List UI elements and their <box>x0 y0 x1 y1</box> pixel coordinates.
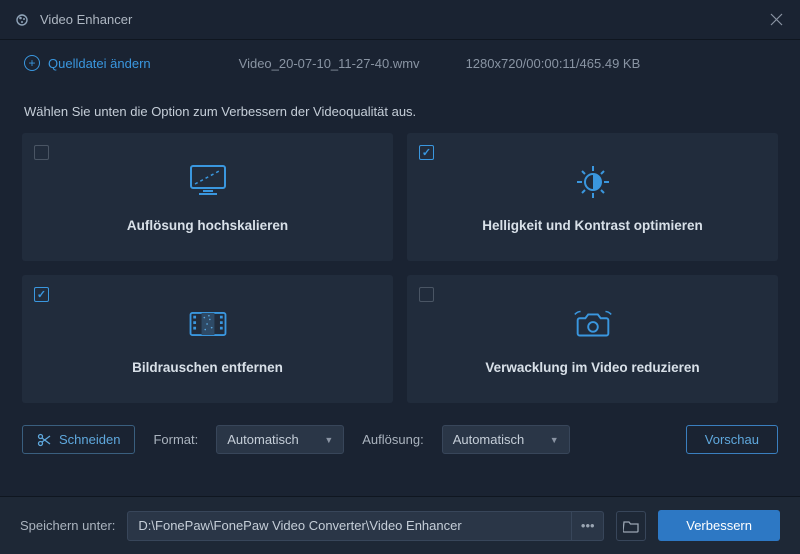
monitor-upscale-icon <box>185 162 231 202</box>
checkbox-denoise[interactable] <box>34 287 49 302</box>
checkbox-deshake[interactable] <box>419 287 434 302</box>
folder-icon <box>623 519 639 533</box>
open-folder-button[interactable] <box>616 511 646 541</box>
preview-button-label: Vorschau <box>705 432 759 447</box>
preview-button[interactable]: Vorschau <box>686 425 778 454</box>
checkbox-upscale[interactable] <box>34 145 49 160</box>
enhance-button-label: Verbessern <box>686 518 752 533</box>
card-deshake[interactable]: Verwacklung im Video reduzieren <box>407 275 778 403</box>
change-source-button[interactable]: + Quelldatei ändern <box>24 55 151 71</box>
card-brightness[interactable]: Helligkeit und Kontrast optimieren <box>407 133 778 261</box>
brightness-icon <box>570 162 616 202</box>
enhancement-options: Auflösung hochskalieren Helligkeit u <box>0 133 800 403</box>
chevron-down-icon: ▼ <box>550 435 559 445</box>
resolution-label: Auflösung: <box>362 432 423 447</box>
chevron-down-icon: ▼ <box>324 435 333 445</box>
card-brightness-label: Helligkeit und Kontrast optimieren <box>482 218 703 233</box>
instruction-text: Wählen Sie unten die Option zum Verbesse… <box>0 86 800 133</box>
source-row: + Quelldatei ändern Video_20-07-10_11-27… <box>0 40 800 86</box>
checkbox-brightness[interactable] <box>419 145 434 160</box>
plus-circle-icon: + <box>24 55 40 71</box>
format-label: Format: <box>153 432 198 447</box>
close-icon <box>770 13 783 26</box>
cut-button[interactable]: Schneiden <box>22 425 135 454</box>
format-select[interactable]: Automatisch ▼ <box>216 425 344 454</box>
source-meta: 1280x720/00:00:11/465.49 KB <box>466 56 641 71</box>
save-under-label: Speichern unter: <box>20 518 115 533</box>
card-upscale-label: Auflösung hochskalieren <box>127 218 288 233</box>
ellipsis-icon: ••• <box>581 518 595 533</box>
card-deshake-label: Verwacklung im Video reduzieren <box>485 360 699 375</box>
resolution-select[interactable]: Automatisch ▼ <box>442 425 570 454</box>
film-noise-icon <box>185 304 231 344</box>
enhance-button[interactable]: Verbessern <box>658 510 780 541</box>
save-path-value: D:\FonePaw\FonePaw Video Converter\Video… <box>138 518 571 533</box>
change-source-label: Quelldatei ändern <box>48 56 151 71</box>
save-path-input[interactable]: D:\FonePaw\FonePaw Video Converter\Video… <box>127 511 604 541</box>
controls-row: Schneiden Format: Automatisch ▼ Auflösun… <box>0 403 800 454</box>
resolution-value: Automatisch <box>453 432 525 447</box>
camera-shake-icon <box>570 304 616 344</box>
card-upscale[interactable]: Auflösung hochskalieren <box>22 133 393 261</box>
app-icon <box>14 12 30 28</box>
format-value: Automatisch <box>227 432 299 447</box>
window-title: Video Enhancer <box>40 12 766 27</box>
source-filename: Video_20-07-10_11-27-40.wmv <box>239 56 420 71</box>
titlebar: Video Enhancer <box>0 0 800 40</box>
browse-path-button[interactable]: ••• <box>571 512 603 540</box>
scissors-icon <box>37 433 51 447</box>
footer: Speichern unter: D:\FonePaw\FonePaw Vide… <box>0 496 800 554</box>
cut-button-label: Schneiden <box>59 432 120 447</box>
card-denoise-label: Bildrauschen entfernen <box>132 360 283 375</box>
close-button[interactable] <box>766 10 786 30</box>
card-denoise[interactable]: Bildrauschen entfernen <box>22 275 393 403</box>
